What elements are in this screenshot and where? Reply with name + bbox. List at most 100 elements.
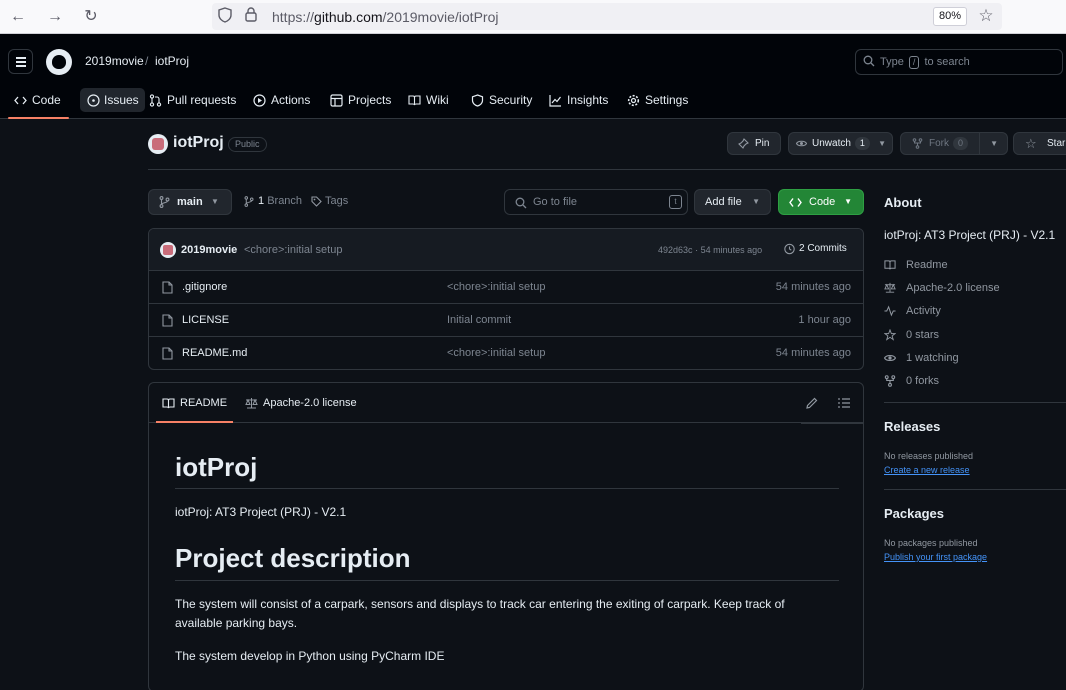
shield-icon	[471, 94, 484, 107]
code-button[interactable]: Code ▼	[778, 189, 864, 215]
table-icon	[330, 94, 343, 107]
breadcrumb-separator: /	[145, 54, 149, 68]
tab-code[interactable]: Code	[8, 86, 69, 119]
search-icon	[515, 197, 527, 209]
tab-readme[interactable]: README	[155, 397, 234, 423]
file-icon	[162, 314, 173, 327]
branches-link[interactable]: 1 Branch	[244, 195, 302, 207]
go-to-file-input[interactable]: Go to file t	[504, 189, 688, 215]
chevron-down-icon: ▼	[844, 197, 852, 206]
file-commit-time: 54 minutes ago	[775, 347, 851, 359]
book-icon	[884, 260, 896, 270]
file-row[interactable]: LICENSE Initial commit 1 hour ago	[149, 304, 863, 337]
shield-icon[interactable]	[218, 7, 236, 25]
sidebar-item-watching[interactable]: 1 watching	[884, 352, 959, 364]
menu-icon[interactable]	[8, 49, 33, 74]
releases-title[interactable]: Releases	[884, 419, 940, 434]
publish-package-link[interactable]: Publish your first package	[884, 552, 987, 562]
sidebar-item-forks[interactable]: 0 forks	[884, 375, 939, 387]
back-arrow-icon[interactable]: ←	[6, 6, 30, 28]
eye-icon	[884, 354, 896, 362]
law-icon	[245, 398, 258, 409]
readme-intro: iotProj: AT3 Project (PRJ) - V2.1	[175, 505, 347, 519]
tab-insights[interactable]: Insights	[549, 86, 608, 117]
zoom-level[interactable]: 80%	[933, 7, 968, 26]
tags-link[interactable]: Tags	[311, 195, 348, 207]
tab-settings[interactable]: Settings	[627, 86, 688, 117]
forward-arrow-icon[interactable]: →	[43, 6, 67, 28]
repo-description: iotProj: AT3 Project (PRJ) - V2.1	[884, 228, 1056, 242]
visibility-badge: Public	[228, 137, 267, 152]
fork-icon	[884, 375, 896, 387]
search-input[interactable]: Type / to search	[855, 49, 1063, 75]
fork-button[interactable]: Fork 0 ▼	[900, 132, 1008, 155]
lock-icon[interactable]	[245, 7, 263, 25]
chevron-down-icon[interactable]: ▼	[990, 133, 998, 154]
sidebar-item-readme[interactable]: Readme	[884, 259, 948, 271]
readme-panel: README Apache-2.0 license iotProj iotPro…	[148, 382, 864, 690]
divider	[884, 402, 1066, 403]
breadcrumb-repo[interactable]: iotProj	[155, 54, 189, 68]
sidebar-item-activity[interactable]: Activity	[884, 305, 941, 317]
commit-message[interactable]: <chore>:initial setup	[244, 244, 342, 256]
file-name[interactable]: README.md	[182, 347, 247, 359]
book-icon	[162, 398, 175, 409]
commit-hash[interactable]: 492d63c	[658, 245, 693, 255]
book-icon	[408, 95, 421, 106]
address-bar[interactable]: https://github.com/2019movie/iotProj 80%…	[212, 3, 1002, 30]
tab-actions[interactable]: Actions	[253, 86, 310, 117]
code-icon	[789, 198, 802, 207]
branch-icon	[159, 196, 170, 208]
file-commit-message[interactable]: <chore>:initial setup	[447, 281, 545, 293]
tab-security[interactable]: Security	[471, 86, 532, 117]
file-commit-message[interactable]: <chore>:initial setup	[447, 347, 545, 359]
readme-subheading: Project description	[175, 543, 411, 573]
file-name[interactable]: .gitignore	[182, 281, 227, 293]
issue-icon	[87, 94, 100, 107]
edit-pencil-icon[interactable]	[805, 396, 819, 410]
github-logo-icon[interactable]	[46, 49, 72, 75]
pull-request-icon	[149, 94, 162, 107]
file-commit-message[interactable]: Initial commit	[447, 314, 511, 326]
commit-author[interactable]: 2019movie	[181, 244, 237, 256]
repo-title[interactable]: iotProj	[173, 134, 224, 152]
chevron-down-icon: ▼	[752, 197, 760, 206]
tab-license[interactable]: Apache-2.0 license	[245, 397, 357, 409]
latest-commit-row: 2019movie <chore>:initial setup 492d63c …	[149, 229, 863, 271]
search-placeholder: Type / to search	[880, 56, 970, 69]
file-row[interactable]: README.md <chore>:initial setup 54 minut…	[149, 337, 863, 369]
unwatch-button[interactable]: Unwatch 1 ▼	[788, 132, 893, 155]
outline-list-icon[interactable]	[837, 396, 851, 410]
about-title: About	[884, 195, 922, 210]
tab-projects[interactable]: Projects	[330, 86, 391, 117]
pin-button[interactable]: Pin	[727, 132, 781, 155]
file-icon	[162, 281, 173, 294]
avatar[interactable]	[160, 242, 176, 258]
browser-toolbar: ← → ↻ https://github.com/2019movie/iotPr…	[0, 0, 1066, 34]
breadcrumb-owner[interactable]: 2019movie	[85, 54, 144, 68]
tab-pull-requests[interactable]: Pull requests	[149, 86, 236, 117]
pin-icon	[738, 138, 749, 149]
file-row[interactable]: .gitignore <chore>:initial setup 54 minu…	[149, 271, 863, 304]
url-text[interactable]: https://github.com/2019movie/iotProj	[272, 9, 498, 25]
sidebar-item-license[interactable]: Apache-2.0 license	[884, 282, 1000, 294]
branch-selector[interactable]: main ▼	[148, 189, 232, 215]
github-header: 2019movie / iotProj Type / to search Cod…	[0, 34, 1066, 119]
packages-title[interactable]: Packages	[884, 506, 944, 521]
owner-avatar[interactable]	[148, 134, 168, 154]
create-release-link[interactable]: Create a new release	[884, 465, 970, 475]
graph-icon	[549, 95, 561, 107]
star-button[interactable]: ☆ Star	[1013, 132, 1066, 155]
file-name[interactable]: LICENSE	[182, 314, 229, 326]
search-icon	[863, 55, 875, 67]
reload-icon[interactable]: ↻	[79, 6, 103, 28]
bookmark-star-icon[interactable]: ☆	[977, 7, 995, 25]
packages-empty-text: No packages published	[884, 538, 978, 548]
add-file-button[interactable]: Add file ▼	[694, 189, 771, 215]
commits-link[interactable]: 2 Commits	[783, 243, 847, 255]
divider	[884, 489, 1066, 490]
tab-issues[interactable]: Issues	[80, 88, 145, 112]
readme-paragraph: The system will consist of a carpark, se…	[175, 597, 785, 630]
sidebar-item-stars[interactable]: 0 stars	[884, 329, 939, 341]
tab-wiki[interactable]: Wiki	[408, 86, 449, 117]
